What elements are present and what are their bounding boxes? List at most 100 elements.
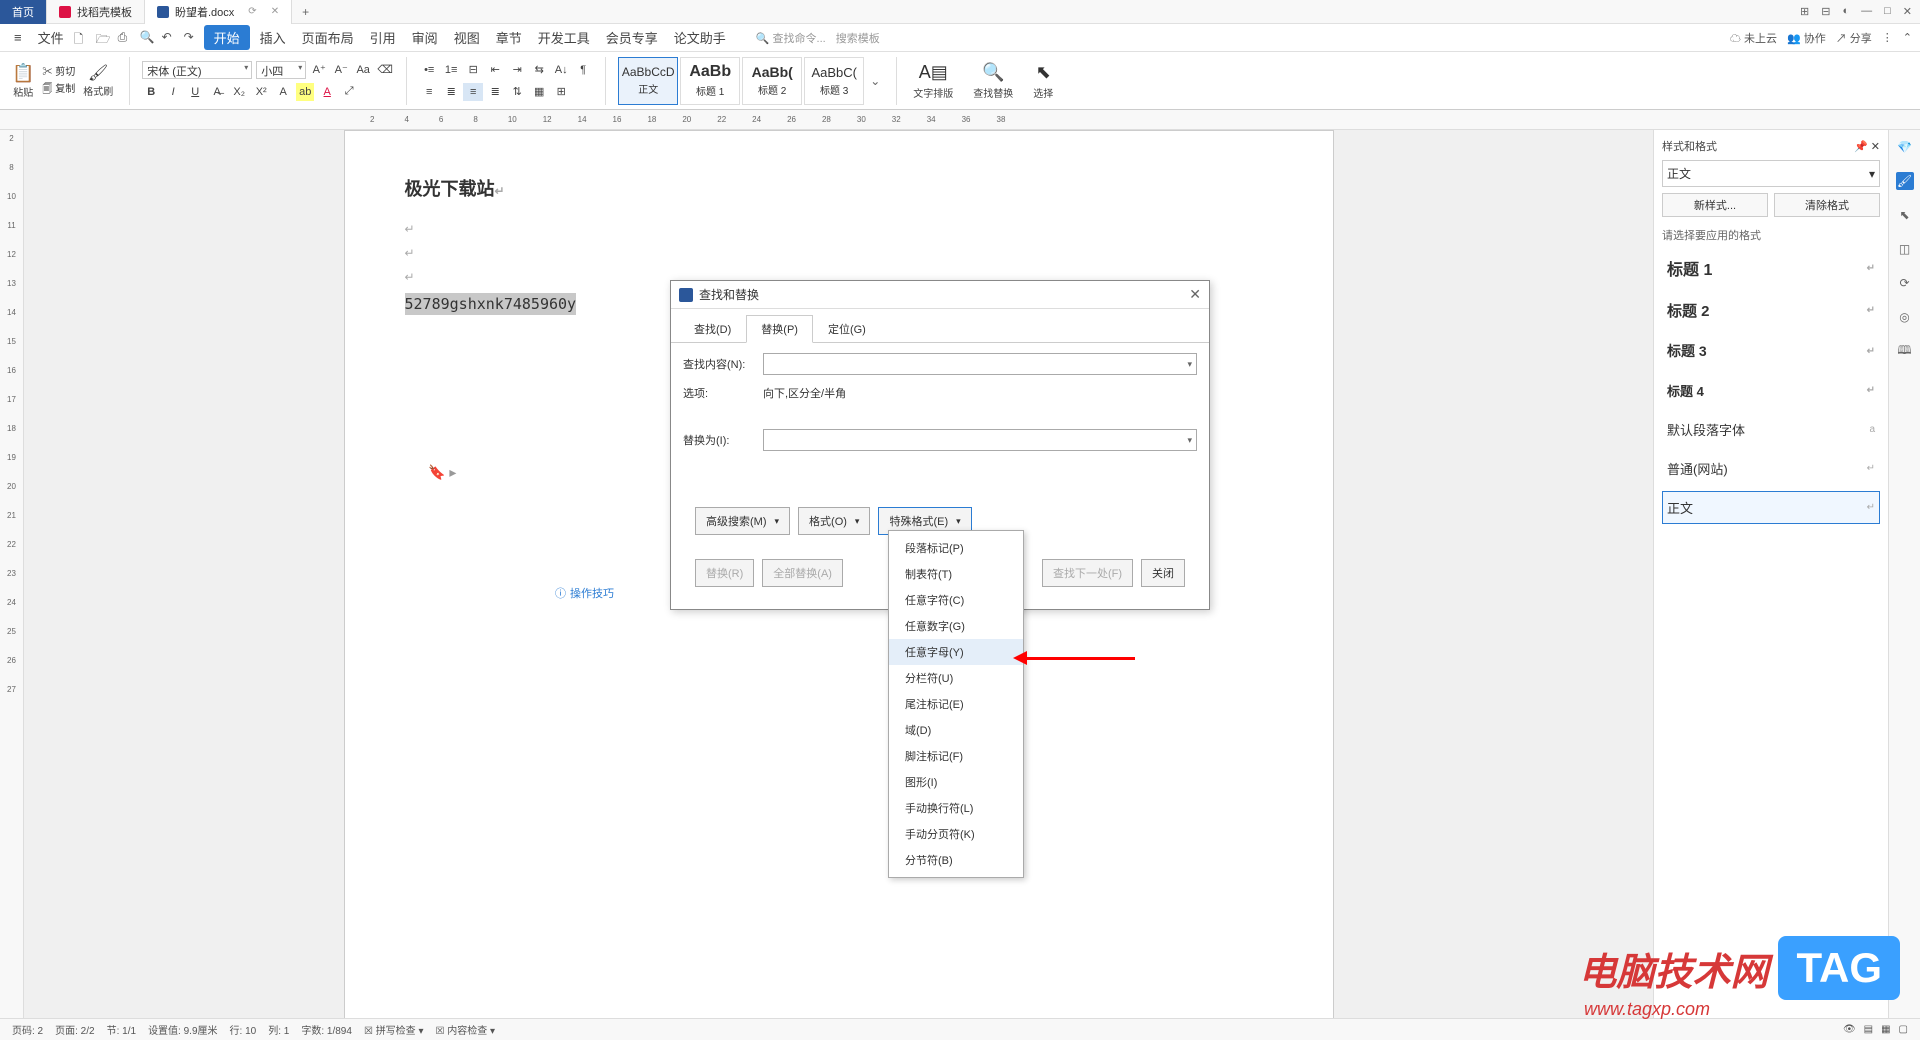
menu-references[interactable]: 引用 [364, 26, 402, 49]
pin-icon[interactable]: 📌 [1854, 141, 1868, 153]
dropdown-item-column-break[interactable]: 分栏符(U) [889, 665, 1023, 691]
align-left-button[interactable]: ≡ [419, 83, 439, 101]
close-button[interactable]: 关闭 [1141, 559, 1185, 587]
text-effects-button[interactable]: A [274, 83, 292, 101]
tab-home[interactable]: 首页 [0, 0, 47, 24]
adv-search-button[interactable]: 高级搜索(M) [695, 507, 790, 535]
menu-layout[interactable]: 页面布局 [296, 26, 360, 49]
tab-close-icon[interactable]: ✕ [271, 6, 279, 17]
font-name-select[interactable]: 宋体 (正文) [142, 61, 252, 79]
indent-inc-button[interactable]: ⇥ [507, 61, 527, 79]
sidebar-assistant-icon[interactable]: 💎 [1896, 138, 1914, 156]
sidebar-refresh-icon[interactable]: ⟳ [1896, 274, 1914, 292]
dialog-tab-replace[interactable]: 替换(P) [746, 315, 813, 343]
tab-refresh-icon[interactable]: ⟳ [248, 6, 256, 17]
status-words[interactable]: 字数: 1/894 [301, 1022, 352, 1037]
search-cmd-input[interactable]: 🔍 查找命令... [756, 30, 826, 46]
ribbon-text-layout[interactable]: A▤ 文字排版 [909, 62, 957, 100]
tab-button[interactable]: ⇆ [529, 61, 549, 79]
dropdown-item-footnote[interactable]: 脚注标记(F) [889, 743, 1023, 769]
outline-button[interactable]: ⊟ [463, 61, 483, 79]
tab-document[interactable]: 盼望着.docx ⟳ ✕ [145, 0, 292, 24]
line-spacing-button[interactable]: ⇅ [507, 83, 527, 101]
dropdown-item-field[interactable]: 域(D) [889, 717, 1023, 743]
status-doc-check[interactable]: ☒ 内容检查 ▾ [436, 1022, 496, 1037]
align-right-button[interactable]: ≡ [463, 83, 483, 101]
dropdown-item-endnote[interactable]: 尾注标记(E) [889, 691, 1023, 717]
status-pagenum[interactable]: 页码: 2 [12, 1022, 43, 1037]
font-color-button[interactable]: A [318, 83, 336, 101]
style-item-h4[interactable]: 标题 4↵ [1662, 374, 1880, 407]
tips-link[interactable]: ⓘ 操作技巧 [555, 585, 614, 601]
menu-section[interactable]: 章节 [490, 26, 528, 49]
dropdown-item-para-mark[interactable]: 段落标记(P) [889, 535, 1023, 561]
close-icon[interactable]: ✕ [1903, 5, 1912, 18]
shading-button[interactable]: ▦ [529, 83, 549, 101]
new-style-button[interactable]: 新样式... [1662, 193, 1768, 217]
new-icon[interactable]: 🗋 [74, 30, 90, 46]
style-item-web-normal[interactable]: 普通(网站)↵ [1662, 452, 1880, 485]
style-item-default-font[interactable]: 默认段落字体a [1662, 413, 1880, 446]
format-painter-icon[interactable]: 🖌 [88, 63, 108, 83]
sort-button[interactable]: A↓ [551, 61, 571, 79]
format-button[interactable]: 格式(O) [798, 507, 870, 535]
collab-button[interactable]: 👥 协作 [1787, 30, 1826, 46]
underline-button[interactable]: U [186, 83, 204, 101]
share-button[interactable]: ↗ 分享 [1836, 30, 1872, 46]
dropdown-item-line-break[interactable]: 手动换行符(L) [889, 795, 1023, 821]
font-size-select[interactable]: 小四 [256, 61, 306, 79]
dialog-tab-find[interactable]: 查找(D) [679, 315, 746, 343]
menu-vip[interactable]: 会员专享 [600, 26, 664, 49]
expand-button[interactable]: ⤢ [340, 83, 358, 101]
numbering-button[interactable]: 1≡ [441, 61, 461, 79]
dialog-tab-goto[interactable]: 定位(G) [813, 315, 881, 343]
style-h1[interactable]: AaBb 标题 1 [680, 57, 740, 105]
redo-icon[interactable]: ↷ [184, 30, 200, 46]
strike-button[interactable]: A̶ [208, 83, 226, 101]
dropdown-item-page-break[interactable]: 手动分页符(K) [889, 821, 1023, 847]
styles-more-icon[interactable]: ⌄ [866, 74, 884, 88]
align-justify-button[interactable]: ≣ [485, 83, 505, 101]
replace-with-input[interactable] [763, 429, 1197, 451]
grid-icon[interactable]: ⊟ [1821, 5, 1830, 18]
status-line[interactable]: 行: 10 [230, 1022, 257, 1037]
dropdown-item-tab[interactable]: 制表符(T) [889, 561, 1023, 587]
menu-hamburger-icon[interactable]: ≡ [8, 28, 28, 47]
align-center-button[interactable]: ≣ [441, 83, 461, 101]
replace-button[interactable]: 替换(R) [695, 559, 754, 587]
subscript-button[interactable]: X₂ [230, 83, 248, 101]
status-position[interactable]: 设置值: 9.9厘米 [148, 1022, 217, 1037]
sidebar-location-icon[interactable]: ◎ [1896, 308, 1914, 326]
replace-all-button[interactable]: 全部替换(A) [762, 559, 843, 587]
cut-button[interactable]: ✂ 剪切 [42, 63, 75, 78]
style-h2[interactable]: AaBb( 标题 2 [742, 57, 802, 105]
menu-view[interactable]: 视图 [448, 26, 486, 49]
dropdown-item-any-digit[interactable]: 任意数字(G) [889, 613, 1023, 639]
find-next-button[interactable]: 查找下一处(F) [1042, 559, 1133, 587]
borders-button[interactable]: ⊞ [551, 83, 571, 101]
copy-button[interactable]: 🗐 复制 [42, 80, 75, 99]
style-item-h3[interactable]: 标题 3↵ [1662, 334, 1880, 368]
user-icon[interactable]: ◐ [1842, 5, 1849, 18]
maximize-icon[interactable]: □ [1884, 5, 1891, 18]
clear-format-icon[interactable]: ⌫ [376, 61, 394, 79]
style-item-h2[interactable]: 标题 2↵ [1662, 293, 1880, 328]
find-content-input[interactable] [763, 353, 1197, 375]
tab-add[interactable]: + [292, 5, 319, 19]
vertical-ruler[interactable]: 28101112131415161718192021222324252627 [0, 130, 24, 1020]
decrease-font-icon[interactable]: A⁻ [332, 61, 350, 79]
menu-start[interactable]: 开始 [204, 25, 250, 50]
bullets-button[interactable]: •≡ [419, 61, 439, 79]
status-section[interactable]: 节: 1/1 [107, 1022, 136, 1037]
change-case-icon[interactable]: Aa [354, 61, 372, 79]
superscript-button[interactable]: X² [252, 83, 270, 101]
menu-review[interactable]: 审阅 [406, 26, 444, 49]
undo-icon[interactable]: ↶ [162, 30, 178, 46]
sidebar-shapes-icon[interactable]: ◫ [1896, 240, 1914, 258]
current-style-select[interactable]: 正文 ▾ [1662, 160, 1880, 187]
sidebar-select-icon[interactable]: ⬉ [1896, 206, 1914, 224]
print-icon[interactable]: ⎙ [118, 30, 134, 46]
dropdown-item-section-break[interactable]: 分节符(B) [889, 847, 1023, 873]
ribbon-find-replace[interactable]: 🔍 查找替换 [969, 62, 1017, 100]
status-col[interactable]: 列: 1 [268, 1022, 289, 1037]
